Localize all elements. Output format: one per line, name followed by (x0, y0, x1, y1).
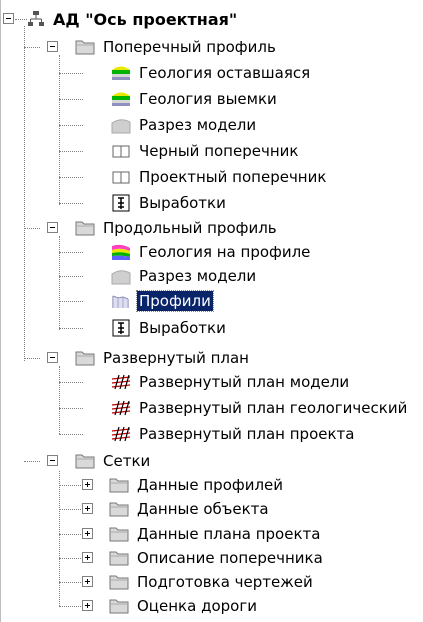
expand-toggle[interactable] (82, 600, 93, 611)
tree-leaf-node[interactable]: Геология выемки (111, 87, 279, 111)
tree-folder-node[interactable]: Данные объекта (109, 497, 271, 521)
expand-toggle[interactable] (82, 479, 93, 490)
tree-guide-line (24, 26, 25, 361)
tree-folder-node[interactable]: Данные профилей (109, 473, 285, 497)
tree-guide-line (59, 471, 60, 606)
collapse-toggle[interactable] (47, 222, 58, 233)
folder-icon (109, 478, 129, 493)
expand-toggle[interactable] (82, 576, 93, 587)
tree-guide-line (59, 366, 60, 434)
tree-leaf-node[interactable]: Разрез модели (111, 113, 258, 137)
tree-view[interactable]: АД "Ось проектная" Поперечный профиль Ге… (0, 0, 423, 622)
expand-toggle[interactable] (82, 528, 93, 539)
tree-guide-line (24, 358, 40, 359)
model-section-icon (111, 119, 131, 134)
folder-icon (109, 527, 129, 542)
borehole-icon (112, 194, 130, 212)
tree-guide-line (59, 151, 83, 152)
plan-lines-icon (111, 400, 131, 416)
tree-guide-line (59, 177, 83, 178)
folder-icon (75, 351, 95, 366)
tree-leaf-node[interactable]: Развернутый план геологический (111, 396, 409, 420)
cross-section-icon (112, 145, 130, 158)
geology-layers-icon (112, 92, 130, 106)
tree-leaf-node[interactable]: Профили (111, 289, 214, 313)
folder-icon (75, 454, 95, 469)
tree-leaf-node[interactable]: Проектный поперечник (111, 165, 328, 189)
expand-toggle[interactable] (82, 503, 93, 514)
network-icon (28, 11, 44, 26)
tree-guide-line (59, 99, 83, 100)
folder-icon (75, 221, 95, 236)
tree-guide-line (59, 408, 83, 409)
folder-icon (109, 551, 129, 566)
tree-leaf-node[interactable]: Разрез модели (111, 264, 258, 288)
tree-leaf-node[interactable]: Развернутый план проекта (111, 422, 356, 446)
plan-lines-icon (111, 426, 131, 442)
tree-leaf-node[interactable]: Геология на профиле (111, 240, 312, 264)
geology-profile-icon (112, 244, 130, 260)
tree-guide-line (59, 55, 60, 205)
tree-leaf-node[interactable]: Выработки (111, 316, 228, 340)
tree-guide-line (59, 434, 83, 435)
collapse-toggle[interactable] (3, 13, 14, 24)
tree-folder-node[interactable]: Сетки (75, 449, 152, 473)
geology-layers-icon (112, 66, 130, 80)
folder-icon (109, 599, 129, 614)
folder-icon (109, 575, 129, 590)
tree-guide-line (59, 382, 83, 383)
cross-section-icon (112, 171, 130, 184)
profiles-icon (112, 295, 129, 308)
tree-folder-node[interactable]: Подготовка чертежей (109, 570, 315, 594)
tree-folder-node[interactable]: Оценка дороги (109, 594, 259, 618)
model-section-icon (111, 270, 131, 285)
tree-guide-line (59, 276, 83, 277)
plan-lines-icon (111, 374, 131, 390)
collapse-toggle[interactable] (47, 41, 58, 52)
collapse-toggle[interactable] (47, 352, 58, 363)
tree-guide-line (59, 252, 83, 253)
tree-leaf-node[interactable]: Геология оставшаяся (111, 61, 312, 85)
tree-guide-line (59, 73, 83, 74)
tree-leaf-node[interactable]: Черный поперечник (111, 139, 300, 163)
folder-icon (109, 502, 129, 517)
tree-leaf-node[interactable]: Развернутый план модели (111, 370, 351, 394)
tree-folder-node[interactable]: Продольный профиль (75, 216, 279, 240)
tree-guide-line (59, 328, 83, 329)
tree-root-node[interactable]: АД "Ось проектная" (27, 7, 239, 31)
tree-root-label: АД "Ось проектная" (53, 9, 238, 29)
tree-folder-node[interactable]: Поперечный профиль (75, 35, 278, 59)
tree-guide-line (15, 19, 27, 20)
folder-icon (75, 40, 95, 55)
tree-folder-node[interactable]: Данные плана проекта (109, 522, 322, 546)
borehole-icon (112, 319, 130, 337)
tree-guide-line (59, 203, 83, 204)
tree-guide-line (24, 228, 40, 229)
tree-guide-line (24, 461, 40, 462)
tree-guide-line (59, 301, 83, 302)
tree-guide-line (59, 236, 60, 330)
tree-folder-node[interactable]: Описание поперечника (109, 546, 325, 570)
expand-toggle[interactable] (82, 552, 93, 563)
tree-folder-node[interactable]: Развернутый план (75, 346, 251, 370)
tree-leaf-node[interactable]: Выработки (111, 191, 228, 215)
tree-guide-line (24, 47, 40, 48)
tree-guide-line (59, 125, 83, 126)
collapse-toggle[interactable] (47, 455, 58, 466)
